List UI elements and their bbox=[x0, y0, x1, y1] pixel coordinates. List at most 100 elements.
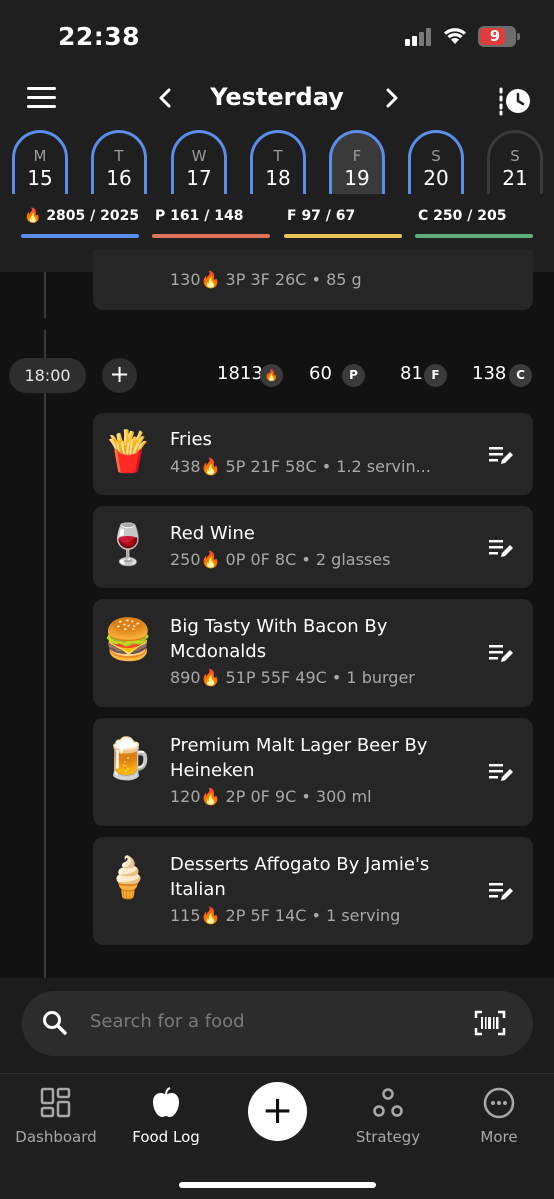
strategy-icon bbox=[373, 1088, 403, 1117]
carbs-bar bbox=[415, 234, 533, 238]
protein-progress: P 161 / 148 bbox=[152, 207, 270, 247]
day-letter: W bbox=[191, 147, 207, 165]
fat-total: F 97 / 67 bbox=[287, 208, 356, 224]
day-tuesday[interactable]: T 16 bbox=[91, 130, 147, 194]
search-input[interactable]: Search for a food bbox=[22, 991, 533, 1056]
fries-icon: 🍟 bbox=[103, 429, 153, 475]
day-saturday[interactable]: S 20 bbox=[408, 130, 464, 194]
food-item-name: Red Wine bbox=[170, 523, 255, 544]
battery-level: 9 bbox=[489, 27, 501, 45]
food-item-card[interactable]: 🍟 Fries 438🔥 5P 21F 58C • 1.2 servin... bbox=[93, 413, 533, 495]
food-item-meta: 890🔥 51P 55F 49C • 1 burger bbox=[170, 668, 415, 687]
day-number: 17 bbox=[186, 166, 212, 190]
tab-label: Dashboard bbox=[15, 1128, 97, 1146]
wine-icon: 🍷 bbox=[103, 522, 153, 568]
previous-day-icon[interactable] bbox=[152, 84, 180, 112]
day-letter: F bbox=[352, 147, 362, 165]
tab-label: Food Log bbox=[132, 1128, 200, 1146]
day-thursday[interactable]: T 18 bbox=[250, 130, 306, 194]
history-icon[interactable] bbox=[497, 86, 533, 116]
calorie-total: 🔥 2805 / 2025 bbox=[24, 208, 140, 224]
add-button[interactable]: + bbox=[248, 1082, 307, 1141]
tab-strategy[interactable]: Strategy bbox=[338, 1086, 438, 1146]
calorie-progress: 🔥 2805 / 2025 bbox=[21, 207, 139, 247]
day-sunday[interactable]: S 21 bbox=[487, 130, 543, 194]
protein-badge: P bbox=[342, 364, 365, 387]
food-item-name: Premium Malt Lager Beer By Heineken bbox=[170, 735, 428, 781]
fat-badge: F bbox=[424, 364, 447, 387]
food-item-meta: 130🔥 3P 3F 26C • 85 g bbox=[170, 270, 362, 289]
beer-icon: 🍺 bbox=[103, 736, 153, 782]
next-day-icon[interactable] bbox=[377, 84, 405, 112]
more-icon bbox=[483, 1087, 515, 1119]
food-item-name: Fries bbox=[170, 429, 212, 450]
barcode-scan-icon[interactable] bbox=[474, 1010, 506, 1036]
page-title[interactable]: Yesterday bbox=[190, 83, 364, 111]
home-indicator bbox=[179, 1182, 376, 1188]
carbs-total: C 250 / 205 bbox=[418, 208, 507, 224]
day-number: 15 bbox=[27, 166, 53, 190]
search-area: Search for a food bbox=[0, 978, 554, 1073]
food-item-card[interactable]: 🍦 Desserts Affogato By Jamie's Italian 1… bbox=[93, 837, 533, 945]
tab-dashboard[interactable]: Dashboard bbox=[6, 1086, 106, 1146]
edit-icon[interactable] bbox=[488, 880, 514, 902]
burger-icon: 🍔 bbox=[103, 617, 153, 663]
food-item-meta: 250🔥 0P 0F 8C • 2 glasses bbox=[170, 550, 391, 569]
tab-more[interactable]: More bbox=[449, 1086, 549, 1146]
food-item-meta: 438🔥 5P 21F 58C • 1.2 servin... bbox=[170, 457, 431, 476]
edit-icon[interactable] bbox=[488, 444, 514, 466]
meal-protein: 60 bbox=[309, 363, 332, 384]
tab-label: Strategy bbox=[355, 1128, 421, 1146]
day-letter: M bbox=[33, 147, 47, 165]
battery-icon: 9 bbox=[478, 26, 520, 47]
cellular-signal-icon bbox=[405, 28, 433, 46]
food-item-name: Desserts Affogato By Jamie's Italian bbox=[170, 854, 430, 900]
day-friday-selected[interactable]: F 19 bbox=[329, 130, 385, 194]
protein-bar bbox=[152, 234, 270, 238]
tab-label: More bbox=[480, 1128, 518, 1146]
edit-icon[interactable] bbox=[488, 761, 514, 783]
day-letter: S bbox=[510, 147, 520, 165]
apple-icon bbox=[153, 1087, 179, 1117]
meal-calories: 1813 bbox=[217, 363, 263, 384]
flame-icon: 🔥 bbox=[24, 208, 42, 224]
icecream-icon: 🍦 bbox=[103, 855, 153, 901]
status-bar: 22:38 9 bbox=[0, 0, 554, 72]
day-letter: S bbox=[431, 147, 441, 165]
add-food-button[interactable]: + bbox=[102, 358, 137, 393]
day-number: 20 bbox=[423, 166, 449, 190]
status-time: 22:38 bbox=[58, 22, 141, 51]
food-item-card[interactable]: 🍔 Big Tasty With Bacon By Mcdonalds 890🔥… bbox=[93, 599, 533, 707]
day-letter: T bbox=[273, 147, 283, 165]
search-icon bbox=[43, 1011, 67, 1035]
tab-food-log[interactable]: Food Log bbox=[116, 1086, 216, 1146]
fat-progress: F 97 / 67 bbox=[284, 207, 402, 247]
food-item-card-partial[interactable]: 130🔥 3P 3F 26C • 85 g bbox=[93, 250, 533, 310]
edit-icon[interactable] bbox=[488, 537, 514, 559]
calorie-bar bbox=[21, 234, 139, 238]
fat-bar bbox=[284, 234, 402, 238]
dashboard-icon bbox=[40, 1087, 71, 1118]
day-number: 16 bbox=[106, 166, 132, 190]
meal-carbs: 138 bbox=[472, 363, 507, 384]
day-monday[interactable]: M 15 bbox=[12, 130, 68, 194]
bottom-tab-bar: Dashboard Food Log + Strategy More bbox=[0, 1073, 554, 1199]
meal-fat: 81 bbox=[400, 363, 423, 384]
protein-total: P 161 / 148 bbox=[155, 208, 244, 224]
wifi-icon bbox=[444, 28, 466, 44]
food-item-meta: 120🔥 2P 0F 9C • 300 ml bbox=[170, 787, 372, 806]
meal-time[interactable]: 18:00 bbox=[9, 358, 86, 393]
edit-icon[interactable] bbox=[488, 642, 514, 664]
day-number: 19 bbox=[344, 166, 370, 190]
meal-header: 18:00 + 1813 🔥 60 P 81 F 138 C bbox=[0, 358, 554, 394]
food-item-name: Big Tasty With Bacon By Mcdonalds bbox=[170, 616, 388, 662]
day-number: 18 bbox=[265, 166, 291, 190]
food-item-card[interactable]: 🍷 Red Wine 250🔥 0P 0F 8C • 2 glasses bbox=[93, 506, 533, 588]
day-wednesday[interactable]: W 17 bbox=[171, 130, 227, 194]
day-letter: T bbox=[114, 147, 124, 165]
menu-icon[interactable] bbox=[27, 87, 56, 109]
day-number: 21 bbox=[502, 166, 528, 190]
carbs-badge: C bbox=[509, 364, 532, 387]
macro-summary: 🔥 2805 / 2025 P 161 / 148 F 97 / 67 C 25… bbox=[0, 207, 554, 247]
food-item-card[interactable]: 🍺 Premium Malt Lager Beer By Heineken 12… bbox=[93, 718, 533, 826]
